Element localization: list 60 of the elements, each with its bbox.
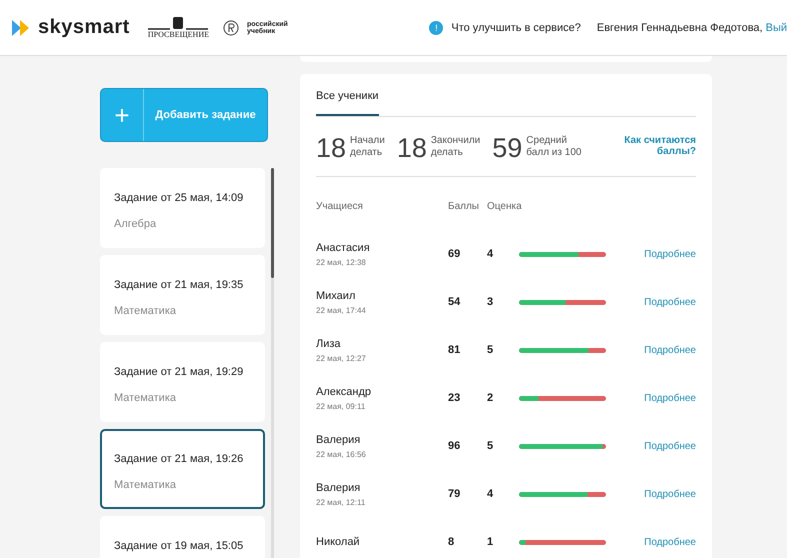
details-link[interactable]: Подробнее [644,488,696,500]
user-name: Евгения Геннадьевна Федотова, [596,22,763,34]
logout-link[interactable]: Вый [766,22,787,34]
submission-time: 22 мая, 16:56 [316,450,367,458]
stat-label: Закончили делать [430,135,480,158]
help-badge: ! [429,20,444,34]
assignment-card[interactable]: Задание от 21 мая, 19:29 Математика [100,342,265,422]
score: 81 [448,344,462,356]
score: 54 [448,296,462,308]
student-name: Михаил [316,290,356,302]
submission-time: 22 мая, 12:38 [316,258,367,266]
submission-time: 22 мая, 12:11 [316,498,366,506]
stat-number: 18 [396,135,427,162]
grade: 3 [487,296,494,308]
assignment-card[interactable]: Задание от 19 мая, 15:05 [100,516,265,558]
assignment-card[interactable]: Задание от 21 мая, 19:35 Математика [100,255,265,335]
scoring-help-link[interactable]: Как считаются баллы? [606,135,696,157]
student-name: Николай [316,536,361,548]
grade: 5 [487,344,494,356]
stat-number: 18 [316,135,346,162]
grade: 4 [487,248,494,260]
circle-r-icon [223,20,239,36]
stat-label: Средний балл из 100 [526,135,582,158]
column-header: Учащиеся [316,201,364,212]
assignment-card[interactable]: Задание от 21 мая, 19:26 Математика [100,429,265,509]
details-link[interactable]: Подробнее [644,344,696,356]
student-name: Анастасия [316,242,371,254]
student-name: Валерия [316,482,362,494]
grade: 1 [487,536,494,548]
details-link[interactable]: Подробнее [644,536,696,548]
feedback-link[interactable]: Что улучшить в сервисе? [451,22,581,34]
grade: 4 [487,488,494,500]
student-name: Александр [316,386,372,398]
grade: 2 [487,392,494,404]
grade: 5 [487,440,494,452]
details-link[interactable]: Подробнее [644,440,696,452]
emblem-icon [148,16,208,30]
scrollbar[interactable] [271,168,274,558]
assignment-card[interactable]: Задание от 25 мая, 14:09 Алгебра [100,168,265,248]
student-name: Лиза [316,338,342,350]
score: 69 [448,248,462,260]
tab[interactable]: Все ученики [316,74,379,116]
details-link[interactable]: Подробнее [644,392,696,404]
submission-time: 22 мая, 12:27 [316,354,367,362]
score: 8 [448,536,456,548]
add-task-button[interactable]: + Добавить задание [100,88,268,142]
score: 79 [448,488,462,500]
student-name: Валерия [316,434,362,446]
column-header: Баллы [448,201,480,212]
stat-number: 59 [492,135,522,162]
score: 23 [448,392,462,404]
details-link[interactable]: Подробнее [644,296,696,308]
brand-name: skysmart [38,16,130,39]
submission-time: 22 мая, 09:11 [316,402,366,410]
partner-name: ПРОСВЕЩЕНИЕ [148,30,209,39]
column-header: Оценка [487,201,523,212]
submission-time: 22 мая, 17:44 [316,306,367,314]
details-link[interactable]: Подробнее [644,248,696,260]
score: 96 [448,440,462,452]
stat-label: Начали делать [350,135,385,158]
